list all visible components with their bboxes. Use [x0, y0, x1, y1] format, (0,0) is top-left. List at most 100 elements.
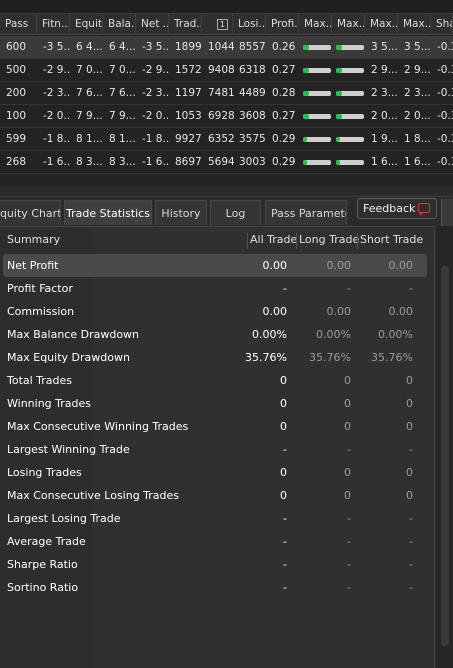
statistics-row[interactable]: Max Consecutive Losing Trades 0 0 0: [3, 484, 427, 507]
statistic-value-short: 0.00%: [378, 328, 413, 341]
tab-trade-statistics[interactable]: Trade Statistics: [64, 200, 152, 225]
cell-equity: 7 6...: [76, 87, 103, 99]
col-win-sorted[interactable]: 1: [202, 14, 233, 35]
col-balance[interactable]: Bala...: [103, 14, 136, 35]
cell-win: 7481: [208, 87, 235, 99]
tab-log[interactable]: Log: [210, 200, 261, 225]
cell-trades: 15726: [175, 64, 202, 76]
col-profit-factor[interactable]: Profi...: [266, 14, 299, 35]
cell-trades: 8697: [175, 156, 202, 168]
cell-pf: 0.28: [272, 87, 296, 99]
cell-lose: 3575: [239, 133, 266, 145]
statistics-row[interactable]: Profit Factor - - -: [3, 277, 427, 300]
col-max-1[interactable]: Max...: [299, 14, 332, 35]
statistics-row[interactable]: Average Trade - - -: [3, 530, 427, 553]
statistics-row[interactable]: Commission 0.00 0.00 0.00: [3, 300, 427, 323]
col-equity[interactable]: Equity: [70, 14, 103, 35]
col-net-profit[interactable]: Net ...: [136, 14, 169, 35]
drawdown-bar: [303, 137, 331, 142]
feedback-button[interactable]: Feedback: [357, 198, 437, 219]
statistic-value-short: -: [409, 558, 413, 571]
cell-lose: 4489: [239, 87, 266, 99]
cell-pass: 600: [6, 41, 27, 53]
header-all-trades[interactable]: All Trade: [250, 227, 297, 251]
col-max-4[interactable]: Max...: [398, 14, 431, 35]
statistic-value-all: 0: [280, 397, 287, 410]
statistic-value-all: 0.00: [262, 259, 288, 272]
statistics-row[interactable]: Largest Losing Trade - - -: [3, 507, 427, 530]
cell-net: -3 5...: [142, 41, 169, 53]
statistics-row[interactable]: Winning Trades 0 0 0: [3, 392, 427, 415]
col-fitness[interactable]: Fitn...: [37, 14, 70, 35]
cell-net: -2 9...: [142, 64, 169, 76]
cell-trades: 11970: [175, 87, 202, 99]
statistic-value-long: 0: [344, 489, 351, 502]
scrollbar-thumb[interactable]: [441, 266, 449, 646]
statistics-row[interactable]: Total Trades 0 0 0: [3, 369, 427, 392]
tab-pass-parameters[interactable]: Pass Parameters: [265, 200, 347, 225]
cell-win: 6928: [208, 110, 235, 122]
statistic-value-all: 0: [280, 466, 287, 479]
cell-pf: 0.29: [272, 133, 296, 145]
statistics-row[interactable]: Max Consecutive Winning Trades 0 0 0: [3, 415, 427, 438]
statistic-value-all: -: [283, 443, 287, 456]
cell-lose: 8557: [239, 41, 266, 53]
statistic-label: Profit Factor: [7, 282, 73, 295]
header-summary[interactable]: Summary: [7, 227, 60, 251]
tab-equity-chart[interactable]: Equity Chart: [0, 200, 61, 225]
statistics-row[interactable]: Sortino Ratio - - -: [3, 576, 427, 599]
feedback-label: Feedback: [363, 202, 416, 215]
statistics-row[interactable]: Net Profit 0.00 0.00 0.00: [3, 254, 427, 277]
statistic-label: Losing Trades: [7, 466, 82, 479]
cell-equity: 7 0...: [76, 64, 103, 76]
cell-pass: 500: [6, 64, 27, 76]
col-sharpe[interactable]: Sha: [431, 14, 453, 35]
table-row[interactable]: 500 -2 9... 7 0... 7 0... -2 9... 15726 9408 63…: [0, 59, 453, 82]
table-row[interactable]: 200 -2 3... 7 6... 7 6... -2 3... 11970 7481 44…: [0, 82, 453, 105]
table-row[interactable]: 599 -1 8... 8 1... 8 1... -1 8... 9927 6352 357…: [0, 128, 453, 151]
statistic-value-short: 0: [406, 466, 413, 479]
col-trades[interactable]: Trad...: [169, 14, 202, 35]
statistic-label: Average Trade: [7, 535, 86, 548]
statistic-value-short: 0: [406, 489, 413, 502]
statistic-label: Max Consecutive Winning Trades: [7, 420, 189, 433]
statistic-value-all: -: [283, 282, 287, 295]
cell-pass: 200: [6, 87, 27, 99]
statistic-value-long: -: [347, 581, 351, 594]
vertical-scrollbar[interactable]: [437, 226, 453, 668]
drawdown-bar: [336, 160, 364, 165]
table-row[interactable]: 268 -1 6... 8 3... 8 3... -1 6... 8697 5694 300…: [0, 151, 453, 174]
cell-sharpe: -0.3: [437, 41, 453, 53]
col-losing[interactable]: Losi...: [233, 14, 266, 35]
cell-balance: 7 6...: [109, 87, 136, 99]
header-divider: [247, 233, 248, 249]
statistics-row[interactable]: Sharpe Ratio - - -: [3, 553, 427, 576]
cell-equity: 8 1...: [76, 133, 103, 145]
cell-lose: 6318: [239, 64, 266, 76]
statistic-label: Max Balance Drawdown: [7, 328, 140, 341]
statistic-label: Total Trades: [7, 374, 73, 387]
table-row[interactable]: 100 -2 0... 7 9... 7 9... -2 0... 10536 6928 36…: [0, 105, 453, 128]
trade-statistics-table: Summary All Trade Long Trade Short Trade…: [0, 226, 435, 668]
tab-history[interactable]: History: [155, 200, 207, 225]
col-pass[interactable]: Pass: [0, 14, 37, 35]
cell-max4: 2 9...: [404, 64, 431, 76]
header-long-trades[interactable]: Long Trade: [299, 227, 359, 251]
statistic-value-all: 0: [280, 374, 287, 387]
statistic-label: Net Profit: [7, 259, 59, 272]
cell-trades: 9927: [175, 133, 202, 145]
statistic-value-all: -: [283, 512, 287, 525]
optimization-results-grid: Pass Fitn... Equity Bala... Net ... Trad…: [0, 0, 453, 186]
col-max-3[interactable]: Max...: [365, 14, 398, 35]
col-max-2[interactable]: Max...: [332, 14, 365, 35]
header-short-trades[interactable]: Short Trade: [360, 227, 423, 251]
statistic-label: Largest Winning Trade: [7, 443, 130, 456]
cell-fitness: -1 8...: [43, 133, 70, 145]
cell-fitness: -1 6...: [43, 156, 70, 168]
table-row[interactable]: 600 -3 5... 6 4... 6 4... -3 5... 18998 10441 8…: [0, 36, 453, 59]
cell-pass: 268: [6, 156, 27, 168]
statistics-row[interactable]: Max Balance Drawdown 0.00% 0.00% 0.00%: [3, 323, 427, 346]
statistics-row[interactable]: Largest Winning Trade - - -: [3, 438, 427, 461]
statistics-row[interactable]: Max Equity Drawdown 35.76% 35.76% 35.76%: [3, 346, 427, 369]
statistics-row[interactable]: Losing Trades 0 0 0: [3, 461, 427, 484]
